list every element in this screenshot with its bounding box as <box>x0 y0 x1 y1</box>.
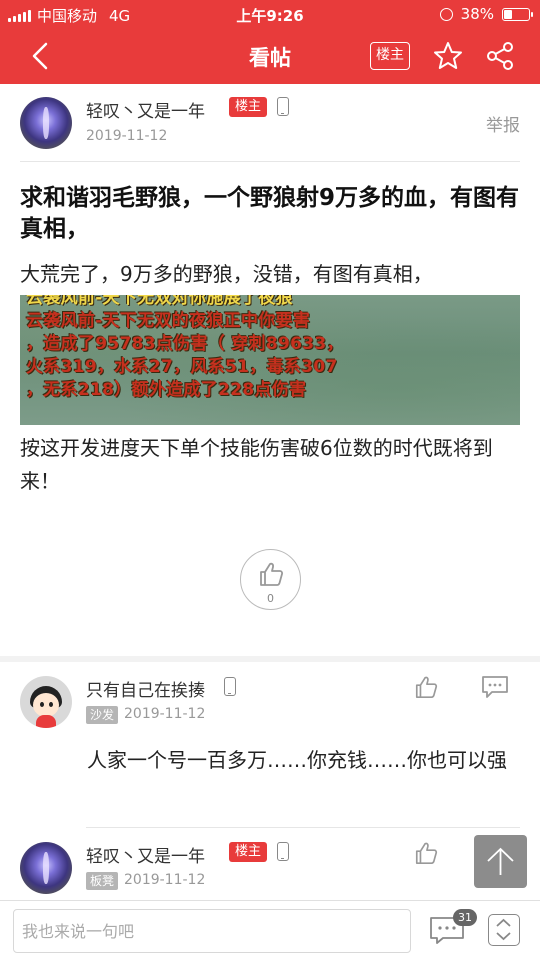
post-paragraph: 大荒完了，9万多的野狼，没错，有图有真相， <box>20 262 433 286</box>
reply-date: 2019-11-12 <box>124 872 206 888</box>
bottom-bar: 31 <box>0 900 540 960</box>
post-date: 2019-11-12 <box>86 128 168 144</box>
reply-author[interactable]: 轻叹丶又是一年 <box>86 842 205 867</box>
star-icon[interactable] <box>433 41 463 71</box>
nav-bar: 看帖 楼主 <box>0 28 540 84</box>
mobile-device-icon <box>277 97 289 116</box>
image-text-line: ，无系218）额外造成了228点伤害 <box>26 380 307 400</box>
thumbs-up-icon <box>260 562 284 586</box>
owner-only-button[interactable]: 楼主 <box>370 42 410 70</box>
comment-count-badge: 31 <box>453 909 477 926</box>
page-jump-button[interactable] <box>488 914 520 946</box>
mobile-device-icon <box>277 842 289 861</box>
floor-badge: 板凳 <box>86 872 119 890</box>
floor-badge: 沙发 <box>86 706 119 724</box>
comment-icon[interactable] <box>481 675 509 699</box>
post-paragraph: 按这开发进度天下单个技能伤害破6位数的时代既将到来！ <box>20 436 493 493</box>
like-button[interactable]: 0 <box>240 549 301 610</box>
like-count: 0 <box>267 592 274 605</box>
reply-author[interactable]: 只有自己在挨揍 <box>86 676 205 701</box>
image-text-line: 火系319，水系27，风系51，毒系307 <box>26 357 338 377</box>
image-text-line: 云袭风前-天下无双的夜狼正中你要害 <box>26 311 311 331</box>
game-screenshot-image[interactable]: 云袭风前-天下无双对你施展了夜狼 云袭风前-天下无双的夜狼正中你要害 ，造成了9… <box>20 295 520 425</box>
author-name[interactable]: 轻叹丶又是一年 <box>86 97 205 122</box>
owner-badge: 楼主 <box>229 97 268 117</box>
reply-avatar[interactable] <box>20 676 72 728</box>
thumbs-up-icon[interactable] <box>414 841 438 865</box>
mobile-device-icon <box>224 677 236 696</box>
comment-input[interactable] <box>13 909 411 953</box>
status-right: 38% <box>439 5 533 23</box>
share-icon[interactable] <box>485 41 515 71</box>
thumbs-up-icon[interactable] <box>414 675 438 699</box>
post-title: 求和谐羽毛野狼，一个野狼射9万多的血，有图有真相， <box>20 185 520 242</box>
image-text-line: 云袭风前-天下无双对你施展了夜狼 <box>26 295 293 308</box>
image-text-line: ，造成了95783点伤害（ 穿刺89633， <box>26 334 344 354</box>
battery-icon <box>502 7 533 21</box>
report-link[interactable]: 举报 <box>486 111 520 136</box>
alarm-icon <box>439 7 453 21</box>
author-avatar[interactable] <box>20 97 72 149</box>
chevron-up-down-icon <box>496 918 511 941</box>
back-to-top-button[interactable] <box>474 835 527 888</box>
reply-avatar[interactable] <box>20 842 72 894</box>
battery-percent: 38% <box>460 5 494 23</box>
reply-date: 2019-11-12 <box>124 706 206 722</box>
divider <box>86 827 520 828</box>
status-bar: 中国移动 4G 上午9:26 38% <box>0 0 540 28</box>
arrow-up-icon <box>487 847 514 875</box>
owner-badge: 楼主 <box>229 842 268 862</box>
divider <box>20 161 520 162</box>
section-separator <box>0 656 540 662</box>
reply-text: 人家一个号一百多万……你充钱……你也可以强 <box>87 748 507 772</box>
